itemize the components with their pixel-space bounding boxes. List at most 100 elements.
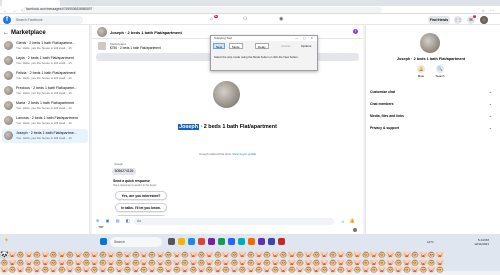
view-buyer-profile-link[interactable]: View buyer profile (232, 152, 256, 156)
new-snip-button[interactable]: New (213, 43, 226, 49)
app-icon[interactable] (258, 238, 265, 245)
conversation-name: Layla · 2 beds 1 bath Flat/apartment (16, 56, 74, 60)
app-icon[interactable] (228, 238, 235, 245)
app-icon[interactable] (218, 238, 225, 245)
conversation-name: Lavonia · 2 beds 1 bath Flat/apartment (16, 116, 78, 120)
title-rest: · 2 beds 1 bath Flat/apartment (198, 124, 277, 130)
quick-response-button[interactable]: Yes, are you interested? (115, 191, 167, 200)
started-text: Joseph started this chat. (198, 152, 232, 156)
app-icon[interactable] (238, 238, 245, 245)
section-chat-members[interactable]: Chat members ⌄ (370, 99, 494, 109)
widgets-button[interactable]: ✦ (4, 237, 28, 249)
app-icon[interactable] (268, 238, 275, 245)
app-icon[interactable] (278, 238, 285, 245)
chevron-down-icon: ⌄ (488, 126, 492, 130)
quick-response-heading: Send a quick response (113, 179, 150, 183)
conversation-preview: You: Hello, yes the house is still avail… (16, 61, 72, 65)
section-customize-chat[interactable]: Customize chat ⌄ (370, 87, 494, 97)
groups-icon[interactable]: ⚇ (243, 16, 247, 22)
conversation-item[interactable]: Layla · 2 beds 1 bath Flat/apartment You… (2, 54, 88, 68)
edge-icon[interactable] (188, 238, 195, 245)
details-name: Joseph · 2 beds 1 bath Flat/apartment (396, 57, 466, 61)
profile-avatar[interactable] (480, 15, 488, 24)
avatar (4, 101, 13, 110)
conversation-item-active[interactable]: Joseph · 2 beds 1 bath Flat/apartme... Y… (2, 129, 88, 143)
mode-button[interactable]: Mode (229, 43, 243, 49)
date: 12/11/2021 (474, 242, 489, 247)
file-explorer-icon[interactable] (178, 238, 185, 245)
windows-taskbar: ✦ Search 12°C 5:14 PM 12/11/2021 🐼🐷🐵🐷🐵🐷🐵🐷… (0, 234, 500, 274)
window-controls[interactable]: — ▢ ✕ (295, 36, 315, 41)
search-action[interactable]: 🔍 Search (433, 65, 447, 78)
message-bubble: 5056274126 (112, 168, 136, 175)
back-arrow-icon[interactable]: ← (3, 30, 9, 36)
sender-name: Joseph (114, 162, 124, 166)
taskbar-search-box[interactable]: Search (110, 237, 162, 247)
start-icon[interactable] (100, 238, 107, 245)
quick-response-button[interactable]: In talks. I'll let you know. (115, 203, 167, 212)
emoji-icon[interactable]: ☺ (341, 219, 345, 224)
home-icon[interactable]: ⌂ (210, 16, 213, 22)
section-privacy-support[interactable]: Privacy & support ⌄ (370, 123, 494, 133)
conversation-name: Maria · 2 beds 1 bath Flat/apartment (16, 101, 75, 105)
seen-indicator (353, 228, 357, 232)
tray-weather[interactable]: 12°C (427, 240, 434, 244)
chat-started-note: Joseph started this chat. View buyer pro… (92, 152, 363, 156)
chevron-down-icon: ⌄ (488, 90, 492, 94)
section-media-files[interactable]: Media, files and links ⌄ (370, 111, 494, 121)
task-view-icon[interactable] (168, 238, 175, 245)
gaming-icon[interactable]: ◉ (279, 16, 283, 22)
conversation-preview: You: Hello, yes the house is still avail… (16, 121, 72, 125)
snipping-tool-titlebar: Snipping Tool — ▢ ✕ (211, 36, 317, 41)
facebook-logo-icon[interactable]: f (3, 15, 11, 24)
conversation-item[interactable]: Felicia · 2 beds 1 bath Flat/apartment Y… (2, 69, 88, 83)
messenger-badge: 2 (472, 14, 476, 18)
find-friends-button[interactable]: Find friends (428, 15, 450, 24)
snipping-hint-text: Select the snip mode using the Mode butt… (214, 55, 299, 59)
conversation-item[interactable]: Lavonia · 2 beds 1 bath Flat/apartment Y… (2, 114, 88, 128)
search-label: Search (435, 74, 445, 78)
conversation-name: Felicia · 2 beds 1 bath Flat/apartment (16, 71, 76, 75)
menu-icon[interactable]: ⋮⋮ (454, 15, 462, 24)
avatar (4, 71, 13, 80)
profile-avatar-large (213, 81, 240, 108)
message-input[interactable]: Aa (134, 217, 334, 225)
url-field[interactable]: facebook.com/messages/t/7659536836985897 (22, 7, 382, 13)
facebook-search-input[interactable]: Search Facebook (13, 15, 83, 24)
sidebar-title-text: Marketplace (11, 30, 46, 36)
chat-title[interactable]: Joseph · 2 beds 1 bath Flat/apartment (110, 30, 182, 35)
listing-detail: $750 · 2 beds 1 bath Flat/apartment (110, 46, 161, 50)
avatar (4, 41, 13, 50)
avatar (4, 131, 13, 140)
cancel-button[interactable]: Cancel (279, 43, 292, 49)
conversation-name: Glenis · 2 beds 1 bath Flat/apartme... (16, 41, 76, 45)
conversation-preview: You: Hello, yes the house is still avail… (16, 76, 72, 80)
messenger-icon[interactable]: ✉ 2 (467, 14, 476, 24)
snipping-toolbar: New Mode Delay Cancel Options (213, 43, 317, 49)
profile-avatar[interactable] (420, 33, 440, 53)
conversation-item[interactable]: Maria · 2 beds 1 bath Flat/apartment You… (2, 99, 88, 113)
options-button[interactable]: Options (299, 43, 313, 49)
snipping-tool-window: Snipping Tool — ▢ ✕ New Mode Delay Cancel… (210, 35, 318, 71)
chrome-icon[interactable] (198, 238, 205, 245)
clock[interactable]: 5:14 PM 12/11/2021 (474, 238, 489, 246)
conversation-item[interactable]: Precious · 2 beds 1 bath Flat/apartm... … (2, 84, 88, 98)
browser-tool-icons[interactable]: ☆ ⋯ (481, 8, 496, 13)
info-icon[interactable]: i (353, 29, 358, 34)
section-label: Customize chat (370, 90, 396, 94)
conversation-item[interactable]: Glenis · 2 beds 1 bath Flat/apartme... Y… (2, 39, 88, 53)
conversation-name: Precious · 2 beds 1 bath Flat/apartm... (16, 86, 78, 90)
avatar[interactable] (97, 27, 107, 37)
delay-button[interactable]: Delay (255, 43, 269, 49)
avatar (4, 116, 13, 125)
app-icon[interactable] (248, 238, 255, 245)
app-icon[interactable] (208, 238, 215, 245)
avatar (4, 86, 13, 95)
mute-label: Mute (417, 74, 425, 78)
like-icon[interactable]: 👍 (349, 218, 355, 224)
mute-action[interactable]: 🔔 Mute (414, 65, 428, 78)
facebook-header: f Search Facebook ⌂ 9+ ⚇ ◉ Find friends … (0, 14, 500, 25)
conversation-preview: You: Hello, yes the house is still avail… (16, 91, 72, 95)
conversation-title: Joseph · 2 beds 1 bath Flat/apartment (92, 124, 363, 130)
bell-icon: 🔔 (417, 65, 425, 73)
